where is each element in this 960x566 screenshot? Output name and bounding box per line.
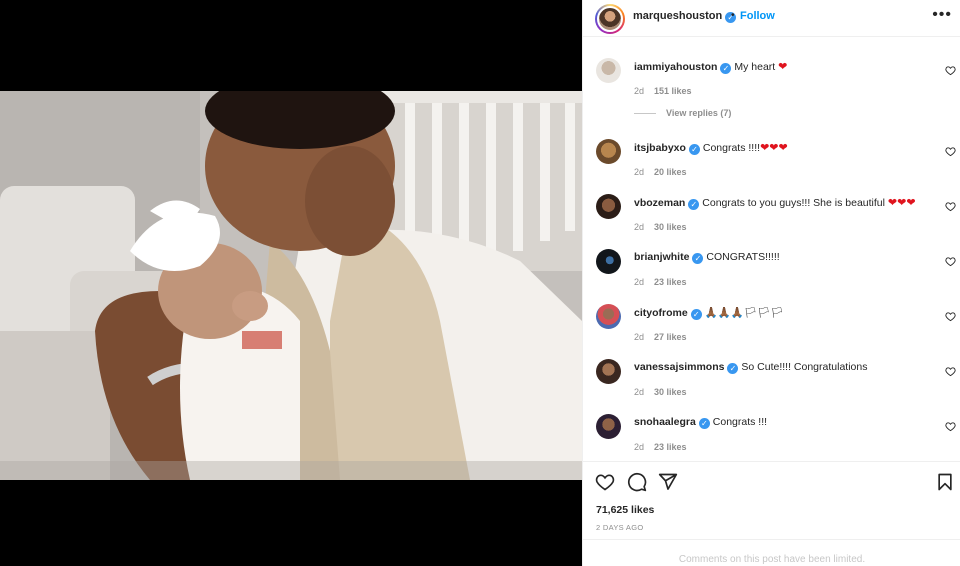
comment-meta: 2d 151 likes — [634, 86, 692, 96]
comment-item: iammiyahouston ✓ My heart ❤ 2d 151 likes — [583, 58, 960, 113]
comment-age: 2d — [634, 442, 645, 452]
comment-line: itsjbabyxo ✓ Congrats !!!!❤❤❤ — [634, 141, 788, 155]
commenter-avatar[interactable] — [596, 139, 621, 164]
comment-item: vbozeman ✓ Congrats to you guys!!! She is… — [583, 194, 960, 249]
commenter-username[interactable]: vanessajsimmons — [634, 361, 724, 373]
comment-text: My heart — [734, 61, 776, 73]
comment-item: cityofrome ✓ 🙏🏾🙏🏾🙏🏾🏳🏳🏳 2d 27 likes — [583, 304, 960, 359]
comment-bubble-icon[interactable] — [627, 472, 647, 492]
comment-item: snohaalegra ✓ Congrats !!! 2d 23 likes — [583, 414, 960, 460]
comment-text: Congrats to you guys!!! She is beautiful — [702, 197, 885, 209]
author-username-text[interactable]: marqueshouston — [633, 10, 722, 22]
post-media-area — [0, 0, 582, 566]
comment-item: itsjbabyxo ✓ Congrats !!!!❤❤❤ 2d 20 likes — [583, 139, 960, 194]
comment-line: cityofrome ✓ 🙏🏾🙏🏾🙏🏾🏳🏳🏳 — [634, 306, 784, 320]
comment-text: So Cute!!!! Congratulations — [741, 361, 868, 373]
instagram-post-modal: marqueshouston ✓ • Follow ••• iammiyahous… — [0, 0, 960, 566]
verified-badge-icon: ✓ — [698, 418, 710, 429]
comment-meta: 2d 23 likes — [634, 277, 687, 287]
likes-count[interactable]: 71,625 likes — [596, 504, 654, 516]
commenter-username[interactable]: vbozeman — [634, 197, 685, 209]
commenter-username[interactable]: cityofrome — [634, 307, 688, 319]
comment-age: 2d — [634, 277, 645, 287]
comment-age: 2d — [634, 222, 645, 232]
heart-outline-icon[interactable] — [595, 472, 615, 492]
comment-likes[interactable]: 23 likes — [654, 442, 687, 452]
post-header: marqueshouston ✓ • Follow ••• — [583, 0, 960, 37]
post-photo[interactable] — [0, 91, 582, 480]
comment-likes[interactable]: 27 likes — [654, 332, 687, 342]
comment-line: vbozeman ✓ Congrats to you guys!!! She is… — [634, 196, 916, 210]
verified-badge-icon: ✓ — [720, 63, 732, 74]
like-comment-heart-icon[interactable] — [945, 201, 956, 212]
comments-limited-notice: Comments on this post have been limited. — [583, 539, 960, 566]
more-options-icon[interactable]: ••• — [932, 6, 952, 24]
verified-badge-icon: ✓ — [688, 144, 700, 155]
comments-list[interactable]: iammiyahouston ✓ My heart ❤ 2d 151 likes V… — [583, 38, 960, 460]
replies-dash — [634, 113, 656, 115]
comment-age: 2d — [634, 167, 645, 177]
commenter-avatar[interactable] — [596, 249, 621, 274]
like-comment-heart-icon[interactable] — [945, 366, 956, 377]
comment-meta: 2d 30 likes — [634, 222, 687, 232]
comment-meta: 2d 20 likes — [634, 167, 687, 177]
verified-badge-icon: ✓ — [690, 309, 702, 320]
view-replies-label[interactable]: View replies (7) — [666, 108, 731, 118]
comment-line: iammiyahouston ✓ My heart ❤ — [634, 60, 787, 74]
view-replies-button[interactable]: View replies (7) — [634, 108, 731, 118]
verified-badge-icon: ✓ — [692, 253, 704, 264]
like-comment-heart-icon[interactable] — [945, 146, 956, 157]
comment-text: 🙏🏾🙏🏾🙏🏾🏳🏳🏳 — [704, 307, 784, 319]
comment-likes[interactable]: 23 likes — [654, 277, 687, 287]
verified-badge-icon: ✓ — [727, 363, 739, 374]
bookmark-icon[interactable] — [935, 472, 955, 492]
comment-emoji: ❤ — [778, 61, 788, 73]
paper-plane-icon[interactable] — [658, 472, 678, 492]
comment-emoji: ❤❤❤ — [887, 197, 916, 209]
commenter-username[interactable]: iammiyahouston — [634, 61, 717, 73]
post-side-panel: marqueshouston ✓ • Follow ••• iammiyahous… — [582, 0, 960, 566]
comment-age: 2d — [634, 86, 645, 96]
comment-meta: 2d 30 likes — [634, 387, 687, 397]
comment-emoji: ❤❤❤ — [760, 142, 788, 154]
commenter-username[interactable]: snohaalegra — [634, 416, 696, 428]
comment-likes[interactable]: 30 likes — [654, 387, 687, 397]
commenter-avatar[interactable] — [596, 58, 621, 83]
comment-item: vanessajsimmons ✓ So Cute!!!! Congratulat… — [583, 359, 960, 414]
like-comment-heart-icon[interactable] — [945, 311, 956, 322]
comment-text: CONGRATS!!!!! — [706, 251, 780, 263]
commenter-avatar[interactable] — [596, 359, 621, 384]
comment-age: 2d — [634, 332, 645, 342]
separator-dot: • — [731, 10, 735, 21]
follow-button[interactable]: Follow — [740, 10, 775, 22]
verified-badge-icon: ✓ — [688, 199, 700, 210]
comment-age: 2d — [634, 387, 645, 397]
post-actions: 71,625 likes 2 DAYS AGO Comments on this… — [583, 461, 960, 566]
like-comment-heart-icon[interactable] — [945, 65, 956, 76]
comment-likes[interactable]: 20 likes — [654, 167, 687, 177]
commenter-username[interactable]: itsjbabyxo — [634, 142, 686, 154]
like-comment-heart-icon[interactable] — [945, 256, 956, 267]
like-comment-heart-icon[interactable] — [945, 421, 956, 432]
author-username[interactable]: marqueshouston ✓ — [633, 10, 737, 23]
comment-meta: 2d 27 likes — [634, 332, 687, 342]
comment-item: brianjwhite ✓ CONGRATS!!!!! 2d 23 likes — [583, 249, 960, 304]
comment-likes[interactable]: 30 likes — [654, 222, 687, 232]
commenter-username[interactable]: brianjwhite — [634, 251, 689, 263]
post-timestamp[interactable]: 2 DAYS AGO — [596, 523, 643, 532]
comment-text: Congrats !!! — [712, 416, 768, 428]
comment-line: vanessajsimmons ✓ So Cute!!!! Congratulat… — [634, 361, 867, 374]
commenter-avatar[interactable] — [596, 304, 621, 329]
commenter-avatar[interactable] — [596, 414, 621, 439]
comment-line: snohaalegra ✓ Congrats !!! — [634, 416, 767, 429]
comment-text: Congrats !!!! — [702, 142, 761, 154]
commenter-avatar[interactable] — [596, 194, 621, 219]
author-avatar[interactable] — [595, 4, 625, 34]
comment-likes[interactable]: 151 likes — [654, 86, 692, 96]
comment-line: brianjwhite ✓ CONGRATS!!!!! — [634, 251, 780, 264]
comment-meta: 2d 23 likes — [634, 442, 687, 452]
